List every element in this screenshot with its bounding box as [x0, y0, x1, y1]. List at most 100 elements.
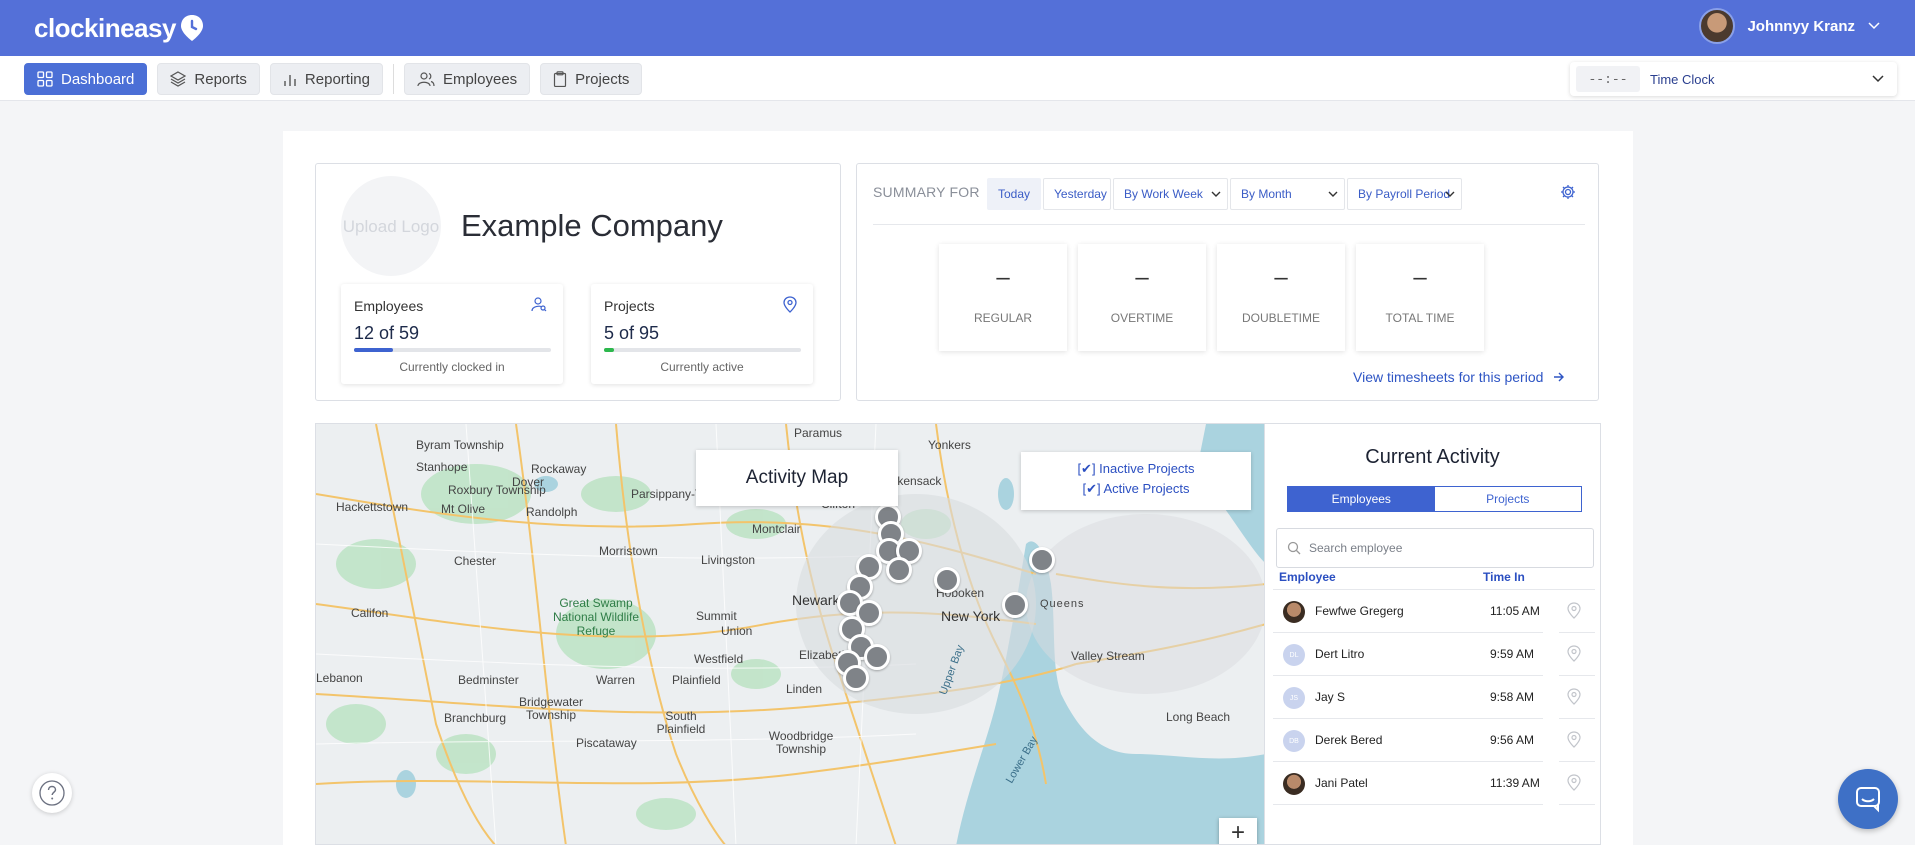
gear-icon[interactable] — [1560, 184, 1576, 200]
chat-icon — [1856, 787, 1880, 813]
current-activity-panel: Current Activity Employees Projects Empl… — [1264, 423, 1601, 845]
activity-table-header: Employee Time In — [1265, 559, 1600, 589]
tab-employees[interactable]: Employees — [1288, 487, 1435, 511]
map-marker[interactable] — [843, 665, 869, 691]
nav-projects-label: Projects — [575, 70, 630, 88]
map-marker[interactable] — [934, 567, 960, 593]
map-label: Long Beach — [1166, 710, 1231, 724]
user-menu[interactable]: Johnnyy Kranz — [1699, 8, 1881, 44]
employees-stat[interactable]: Employees 12 of 59 Currently clocked in — [341, 284, 563, 384]
nav-projects[interactable]: Projects — [540, 63, 643, 95]
metric-doubletime-value: – — [1274, 264, 1288, 291]
location-pin-icon[interactable] — [1567, 688, 1581, 705]
view-timesheets-link[interactable]: View timesheets for this period — [1353, 369, 1565, 385]
nav-reports-label: Reports — [194, 70, 247, 88]
activity-row[interactable]: Fewfwe Gregerg 11:05 AM — [1273, 590, 1595, 633]
summary-title: SUMMARY FOR — [873, 184, 980, 200]
map-label: New York — [941, 608, 1001, 624]
location-pin-icon[interactable] — [1567, 774, 1581, 791]
map-label: Plainfield — [672, 673, 721, 687]
map-marker[interactable] — [886, 557, 912, 583]
filter-today-button[interactable]: Today — [987, 178, 1041, 210]
map-label: Queens — [1040, 598, 1085, 610]
nav-reports[interactable]: Reports — [157, 63, 260, 95]
map-label: Mt Olive — [441, 502, 486, 516]
brand-logo[interactable]: clockineasy — [34, 13, 205, 44]
map-label: Stanhope — [416, 460, 468, 474]
time-in: 11:05 AM — [1490, 604, 1540, 618]
help-button[interactable] — [32, 773, 72, 813]
activity-row[interactable]: JS Jay S 9:58 AM — [1273, 676, 1595, 719]
dashboard-content: Upload Logo Example Company Employees 12… — [283, 131, 1633, 845]
map-label: South Plainfield — [656, 709, 706, 736]
column-employee: Employee — [1279, 570, 1336, 584]
activity-row[interactable]: Jani Patel 11:39 AM — [1273, 762, 1595, 805]
map-label: Roxbury Township — [448, 483, 546, 497]
inactive-projects-toggle[interactable]: [✔] Inactive Projects — [1021, 461, 1251, 477]
filter-payroll-period-label: By Payroll Period — [1358, 187, 1451, 201]
employee-name: Jay S — [1315, 690, 1346, 704]
filter-yesterday-button[interactable]: Yesterday — [1043, 178, 1111, 210]
map-marker[interactable] — [864, 644, 890, 670]
filter-work-week-label: By Work Week — [1124, 187, 1203, 201]
filter-work-week-select[interactable]: By Work Week — [1113, 178, 1228, 210]
chevron-down-icon — [1328, 191, 1338, 197]
map-marker[interactable] — [1002, 592, 1028, 618]
map-marker[interactable] — [1029, 547, 1055, 573]
employees-stat-label: Employees — [354, 298, 424, 314]
nav-employees[interactable]: Employees — [403, 63, 531, 95]
map-label: Westfield — [694, 652, 744, 666]
map-label: Paramus — [794, 426, 843, 440]
tab-projects[interactable]: Projects — [1435, 487, 1582, 511]
search-employee-input[interactable] — [1309, 541, 1569, 555]
metric-doubletime: – DOUBLETIME — [1217, 244, 1345, 351]
metric-total-time-label: TOTAL TIME — [1385, 311, 1455, 325]
location-pin-icon[interactable] — [1567, 731, 1581, 748]
activity-map[interactable]: Paramus Yonkers Byram Township Stanhope … — [315, 423, 1265, 845]
summary-card: SUMMARY FOR Today Yesterday By Work Week… — [856, 163, 1599, 401]
map-label: Livingston — [701, 553, 756, 567]
map-label: Morristown — [599, 544, 658, 558]
activity-row[interactable]: DB Derek Bered 9:56 AM — [1273, 719, 1595, 762]
projects-stat-sub: Currently active — [660, 360, 744, 374]
metric-overtime-value: – — [1135, 264, 1149, 291]
column-time-in: Time In — [1483, 570, 1525, 584]
clipboard-icon — [554, 71, 567, 87]
location-pin-icon[interactable] — [1567, 645, 1581, 662]
filter-month-select[interactable]: By Month — [1230, 178, 1345, 210]
nav-divider — [392, 64, 394, 94]
view-timesheets-label: View timesheets for this period — [1353, 369, 1544, 385]
projects-progress — [604, 348, 801, 352]
upload-logo-button[interactable]: Upload Logo — [341, 176, 441, 276]
map-label: Hackettstown — [336, 500, 409, 514]
layers-icon — [170, 71, 187, 87]
map-label: Chester — [454, 554, 497, 568]
location-pin-icon[interactable] — [1567, 602, 1581, 619]
time-clock-dropdown[interactable]: --:-- Time Clock — [1570, 62, 1897, 96]
filter-month-label: By Month — [1241, 187, 1292, 201]
activity-row[interactable]: DL Dert Litro 9:59 AM — [1273, 633, 1595, 676]
summary-divider — [873, 224, 1585, 225]
nav-reporting[interactable]: Reporting — [269, 63, 383, 95]
projects-stat-value: 5 of 95 — [604, 323, 660, 343]
metric-total-time: – TOTAL TIME — [1356, 244, 1484, 351]
employee-name: Dert Litro — [1315, 647, 1365, 661]
filter-payroll-period-select[interactable]: By Payroll Period — [1347, 178, 1462, 210]
map-zoom-in-button[interactable]: + — [1219, 818, 1257, 844]
metric-doubletime-label: DOUBLETIME — [1241, 311, 1320, 325]
nav-dashboard[interactable]: Dashboard — [24, 63, 148, 95]
time-in: 9:59 AM — [1490, 647, 1535, 661]
active-projects-toggle[interactable]: [✔] Active Projects — [1021, 481, 1251, 497]
map-label: Lebanon — [316, 671, 363, 685]
user-name: Johnnyy Kranz — [1747, 17, 1855, 35]
user-avatar — [1699, 8, 1736, 44]
employees-stat-value: 12 of 59 — [354, 323, 420, 343]
chevron-down-icon — [1211, 191, 1221, 197]
activity-tabs: Employees Projects — [1287, 486, 1582, 512]
projects-stat[interactable]: Projects 5 of 95 Currently active — [591, 284, 813, 384]
chevron-down-icon — [1872, 75, 1884, 83]
chat-launcher-button[interactable] — [1838, 769, 1898, 829]
chevron-down-icon — [1868, 22, 1880, 30]
arrow-right-icon — [1554, 372, 1565, 382]
employee-name: Jani Patel — [1315, 776, 1368, 790]
